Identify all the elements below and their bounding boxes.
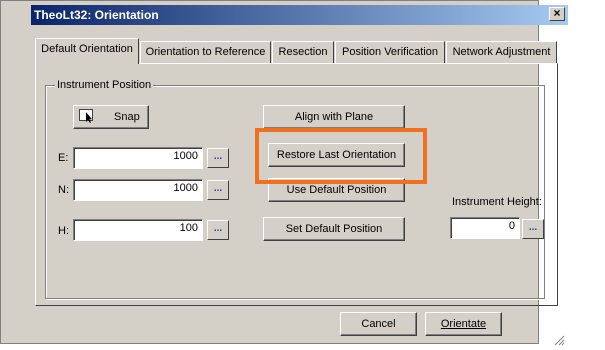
window-title: TheoLt32: Orientation: [34, 8, 159, 22]
title-bar[interactable]: TheoLt32: Orientation ×: [31, 5, 568, 25]
h-label: H:: [58, 225, 69, 237]
n-browse-button[interactable]: ...: [207, 180, 229, 200]
orientate-button[interactable]: Orientate: [425, 312, 502, 336]
snap-label: Snap: [114, 111, 140, 123]
tab-resection[interactable]: Resection: [272, 41, 334, 63]
ellipsis-icon: ...: [213, 183, 223, 194]
tab-orientation-to-reference[interactable]: Orientation to Reference: [140, 41, 271, 63]
close-icon: ×: [553, 6, 561, 20]
tab-position-verification[interactable]: Position Verification: [335, 41, 445, 63]
n-label: N:: [58, 184, 69, 196]
tab-label: Orientation to Reference: [145, 46, 266, 58]
tab-label: Position Verification: [342, 46, 438, 58]
instrument-height-label: Instrument Height:: [452, 196, 542, 208]
tab-label: Resection: [278, 46, 328, 58]
e-label: E:: [58, 152, 69, 164]
tab-label: Default Orientation: [41, 43, 133, 55]
snap-button[interactable]: Snap: [73, 105, 149, 129]
cursor-icon: [79, 109, 95, 127]
ellipsis-icon: ...: [528, 222, 538, 233]
h-field[interactable]: 100: [73, 219, 203, 241]
cancel-button[interactable]: Cancel: [340, 312, 417, 336]
tab-network-adjustment[interactable]: Network Adjustment: [446, 41, 557, 63]
use-default-position-button[interactable]: Use Default Position: [268, 178, 405, 202]
tab-default-orientation[interactable]: Default Orientation: [35, 38, 139, 64]
ellipsis-icon: ...: [213, 151, 223, 162]
tab-label: Network Adjustment: [452, 46, 551, 58]
h-browse-button[interactable]: ...: [207, 220, 229, 240]
instrument-height-field[interactable]: 0: [450, 217, 520, 239]
resize-grip-icon[interactable]: [554, 335, 565, 346]
e-field[interactable]: 1000: [73, 147, 203, 169]
group-label: Instrument Position: [55, 79, 154, 91]
restore-last-orientation-button[interactable]: Restore Last Orientation: [268, 143, 405, 167]
n-field[interactable]: 1000: [73, 179, 203, 201]
instrument-height-browse-button[interactable]: ...: [522, 219, 544, 239]
set-default-position-button[interactable]: Set Default Position: [263, 217, 405, 241]
ellipsis-icon: ...: [213, 223, 223, 234]
e-browse-button[interactable]: ...: [207, 148, 229, 168]
close-button[interactable]: ×: [549, 7, 565, 21]
align-with-plane-button[interactable]: Align with Plane: [263, 105, 405, 129]
